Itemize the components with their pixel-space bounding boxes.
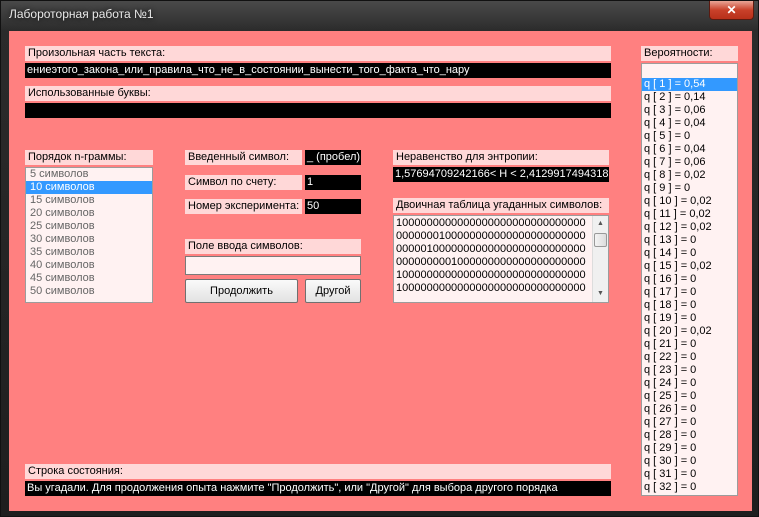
binary-table-memo[interactable]: 1000000000000000000000000000000 000000010… xyxy=(393,215,609,303)
text-part-label: Произольная часть текста: xyxy=(25,46,611,61)
binary-table-line: 0000000001000000000000000000000 xyxy=(396,256,586,268)
binary-table-label: Двоичная таблица угаданных символов: xyxy=(393,198,609,213)
probability-item[interactable]: q [ 27 ] = 0 xyxy=(642,416,737,429)
ngram-option[interactable]: 5 символов xyxy=(26,168,152,181)
probability-item[interactable]: q [ 9 ] = 0 xyxy=(642,182,737,195)
probability-item[interactable]: q [ 17 ] = 0 xyxy=(642,286,737,299)
title-bar: Лабороторная работа №1 ✕ xyxy=(1,1,759,29)
app-window: Лабороторная работа №1 ✕ Произольная час… xyxy=(0,0,759,517)
symbol-count-label: Символ по счету: xyxy=(185,175,302,190)
ngram-option[interactable]: 15 символов xyxy=(26,194,152,207)
symbol-input[interactable] xyxy=(185,256,361,275)
probability-item[interactable]: q [ 19 ] = 0 xyxy=(642,312,737,325)
ngram-option[interactable]: 50 символов xyxy=(26,285,152,298)
probability-item[interactable]: q [ 1 ] = 0,54 xyxy=(642,78,737,91)
probability-item[interactable]: q [ 32 ] = 0 xyxy=(642,481,737,494)
probability-item[interactable]: q [ 29 ] = 0 xyxy=(642,442,737,455)
probabilities-listbox[interactable]: q [ 1 ] = 0,54 q [ 2 ] = 0,14 q [ 3 ] = 0,… xyxy=(641,63,738,496)
entropy-value: 1,57694709242166< H < 2,41299174943185 xyxy=(393,167,609,182)
probability-item[interactable]: q [ 26 ] = 0 xyxy=(642,403,737,416)
used-letters-value xyxy=(25,103,611,118)
window-title: Лабороторная работа №1 xyxy=(9,7,154,21)
entered-symbol-value: _ (пробел) xyxy=(305,150,361,165)
input-field-label: Поле ввода символов: xyxy=(185,239,361,254)
scroll-down-arrow-icon[interactable]: ▼ xyxy=(593,286,608,302)
status-value: Вы угадали. Для продолжения опыта нажмит… xyxy=(25,481,611,496)
binary-table-line: 1000000000000000000000000000000 xyxy=(396,217,586,229)
probability-item[interactable]: q [ 18 ] = 0 xyxy=(642,299,737,312)
ngram-option[interactable]: 45 символов xyxy=(26,272,152,285)
probability-item[interactable]: q [ 28 ] = 0 xyxy=(642,429,737,442)
ngram-label: Порядок n-граммы: xyxy=(25,150,153,165)
probability-item[interactable]: q [ 10 ] = 0,02 xyxy=(642,195,737,208)
ngram-option[interactable]: 30 символов xyxy=(26,233,152,246)
ngram-listbox[interactable]: 5 символов 10 символов 15 символов 20 симво… xyxy=(25,167,153,303)
experiment-number-label: Номер эксперимента: xyxy=(185,199,302,214)
close-button[interactable]: ✕ xyxy=(709,1,754,20)
ngram-option[interactable]: 25 символов xyxy=(26,220,152,233)
binary-table-scrollbar[interactable]: ▲ ▼ xyxy=(592,216,608,302)
probability-item[interactable]: q [ 22 ] = 0 xyxy=(642,351,737,364)
probability-item[interactable]: q [ 5 ] = 0 xyxy=(642,130,737,143)
probability-item[interactable]: q [ 21 ] = 0 xyxy=(642,338,737,351)
ngram-option[interactable]: 20 символов xyxy=(26,207,152,220)
symbol-count-value: 1 xyxy=(305,175,361,190)
entered-symbol-label: Введенный символ: xyxy=(185,150,302,165)
scroll-thumb[interactable] xyxy=(594,233,607,247)
used-letters-label: Использованные буквы: xyxy=(25,86,611,101)
probability-item[interactable]: q [ 15 ] = 0,02 xyxy=(642,260,737,273)
experiment-number-value: 50 xyxy=(305,199,361,214)
binary-table-line: 1000000000000000000000000000000 xyxy=(396,269,586,281)
ngram-option[interactable]: 40 символов xyxy=(26,259,152,272)
probability-item[interactable]: q [ 13 ] = 0 xyxy=(642,234,737,247)
probability-item[interactable]: q [ 16 ] = 0 xyxy=(642,273,737,286)
probability-item[interactable]: q [ 6 ] = 0,04 xyxy=(642,143,737,156)
binary-table-line: 0000010000000000000000000000000 xyxy=(396,243,586,255)
ngram-option[interactable]: 10 символов xyxy=(26,181,152,194)
binary-table-line: 1000000000000000000000000000000 xyxy=(396,282,586,294)
status-label: Строка состояния: xyxy=(25,464,611,479)
probability-item[interactable]: q [ 25 ] = 0 xyxy=(642,390,737,403)
other-button[interactable]: Другой xyxy=(305,279,361,303)
text-part-value: ениеэтого_закона_или_правила_что_не_в_со… xyxy=(25,63,611,78)
probability-item[interactable]: q [ 11 ] = 0,02 xyxy=(642,208,737,221)
probabilities-label: Вероятности: xyxy=(641,46,738,61)
probability-item[interactable]: q [ 3 ] = 0,06 xyxy=(642,104,737,117)
probability-item[interactable]: q [ 24 ] = 0 xyxy=(642,377,737,390)
probability-item[interactable]: q [ 12 ] = 0,02 xyxy=(642,221,737,234)
probability-item[interactable]: q [ 23 ] = 0 xyxy=(642,364,737,377)
probability-item[interactable]: q [ 14 ] = 0 xyxy=(642,247,737,260)
ngram-option[interactable]: 35 символов xyxy=(26,246,152,259)
probability-item[interactable]: q [ 31 ] = 0 xyxy=(642,468,737,481)
probability-item[interactable]: q [ 2 ] = 0,14 xyxy=(642,91,737,104)
probability-item[interactable]: q [ 7 ] = 0,06 xyxy=(642,156,737,169)
scroll-up-arrow-icon[interactable]: ▲ xyxy=(593,216,608,232)
binary-table-line: 0000000100000000000000000000000 xyxy=(396,230,586,242)
continue-button[interactable]: Продолжить xyxy=(185,279,298,303)
probability-item[interactable]: q [ 30 ] = 0 xyxy=(642,455,737,468)
entropy-label: Неравенство для энтропии: xyxy=(393,150,609,165)
client-area: Произольная часть текста: ениеэтого_зако… xyxy=(9,31,752,511)
probability-item[interactable]: q [ 4 ] = 0,04 xyxy=(642,117,737,130)
probability-item[interactable]: q [ 20 ] = 0,02 xyxy=(642,325,737,338)
probability-item[interactable]: q [ 8 ] = 0,02 xyxy=(642,169,737,182)
